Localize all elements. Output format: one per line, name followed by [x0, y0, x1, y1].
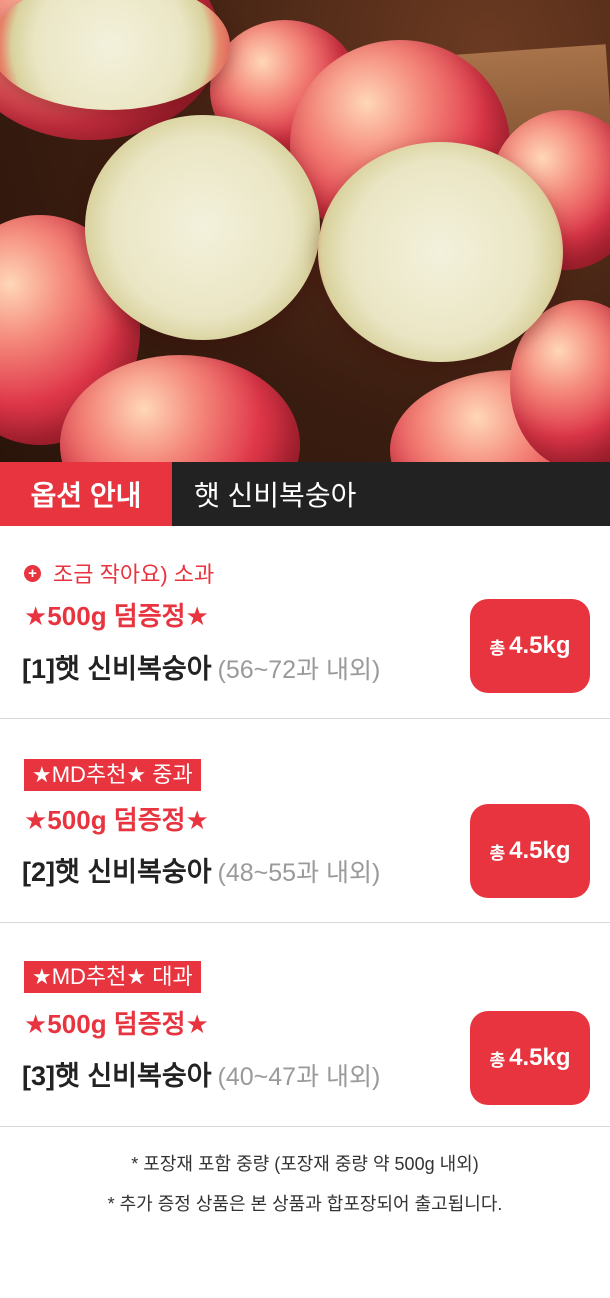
option-1-title: [1]햇 신비복숭아 (56~72과 내외): [22, 654, 381, 684]
option-row-1[interactable]: + 조금 작아요) 소과 ★500g 덤증정★ [1]햇 신비복숭아 (56~72…: [0, 556, 610, 719]
option-3-weight-badge: 총 4.5kg: [470, 1011, 590, 1105]
peach-half-left: [85, 115, 320, 340]
peach-half-right: [318, 142, 563, 362]
option-row-2[interactable]: ★MD추천★ 중과 ★500g 덤증정★ [2]햇 신비복숭아 (48~55과 내…: [0, 718, 610, 923]
option-guide-product-name: 햇 신비복숭아: [172, 462, 610, 526]
option-guide-header: 옵션 안내 햇 신비복숭아: [0, 462, 610, 526]
option-2-gift: ★500g 덤증정★: [24, 805, 209, 835]
option-2-title: [2]햇 신비복숭아 (48~55과 내외): [22, 857, 381, 887]
option-1-weight-badge: 총 4.5kg: [470, 599, 590, 693]
option-1-range: (56~72과 내외): [217, 656, 381, 684]
option-2-weight-badge: 총 4.5kg: [470, 804, 590, 898]
option-1-label: + 조금 작아요) 소과: [24, 556, 214, 590]
hero-photo-peaches: [0, 0, 610, 462]
plus-circle-icon: +: [24, 564, 41, 582]
option-2-range: (48~55과 내외): [217, 859, 381, 887]
footnote-packaging: * 추가 증정 상품은 본 상품과 합포장되어 출고됩니다.: [107, 1194, 503, 1214]
option-2-label: ★MD추천★ 중과: [24, 758, 201, 792]
option-3-title: [3]햇 신비복숭아 (40~47과 내외): [22, 1061, 381, 1091]
footnote-weight: * 포장재 포함 중량 (포장재 중량 약 500g 내외): [131, 1154, 479, 1174]
option-row-3[interactable]: ★MD추천★ 대과 ★500g 덤증정★ [3]햇 신비복숭아 (40~47과 내…: [0, 922, 610, 1127]
option-3-range: (40~47과 내외): [217, 1063, 381, 1091]
footnotes: * 포장재 포함 중량 (포장재 중량 약 500g 내외) * 추가 증정 상…: [0, 1150, 610, 1230]
option-1-gift: ★500g 덤증정★: [24, 601, 209, 631]
option-3-gift: ★500g 덤증정★: [24, 1009, 209, 1039]
option-3-label: ★MD추천★ 대과: [24, 960, 201, 994]
option-guide-tag: 옵션 안내: [0, 462, 172, 526]
